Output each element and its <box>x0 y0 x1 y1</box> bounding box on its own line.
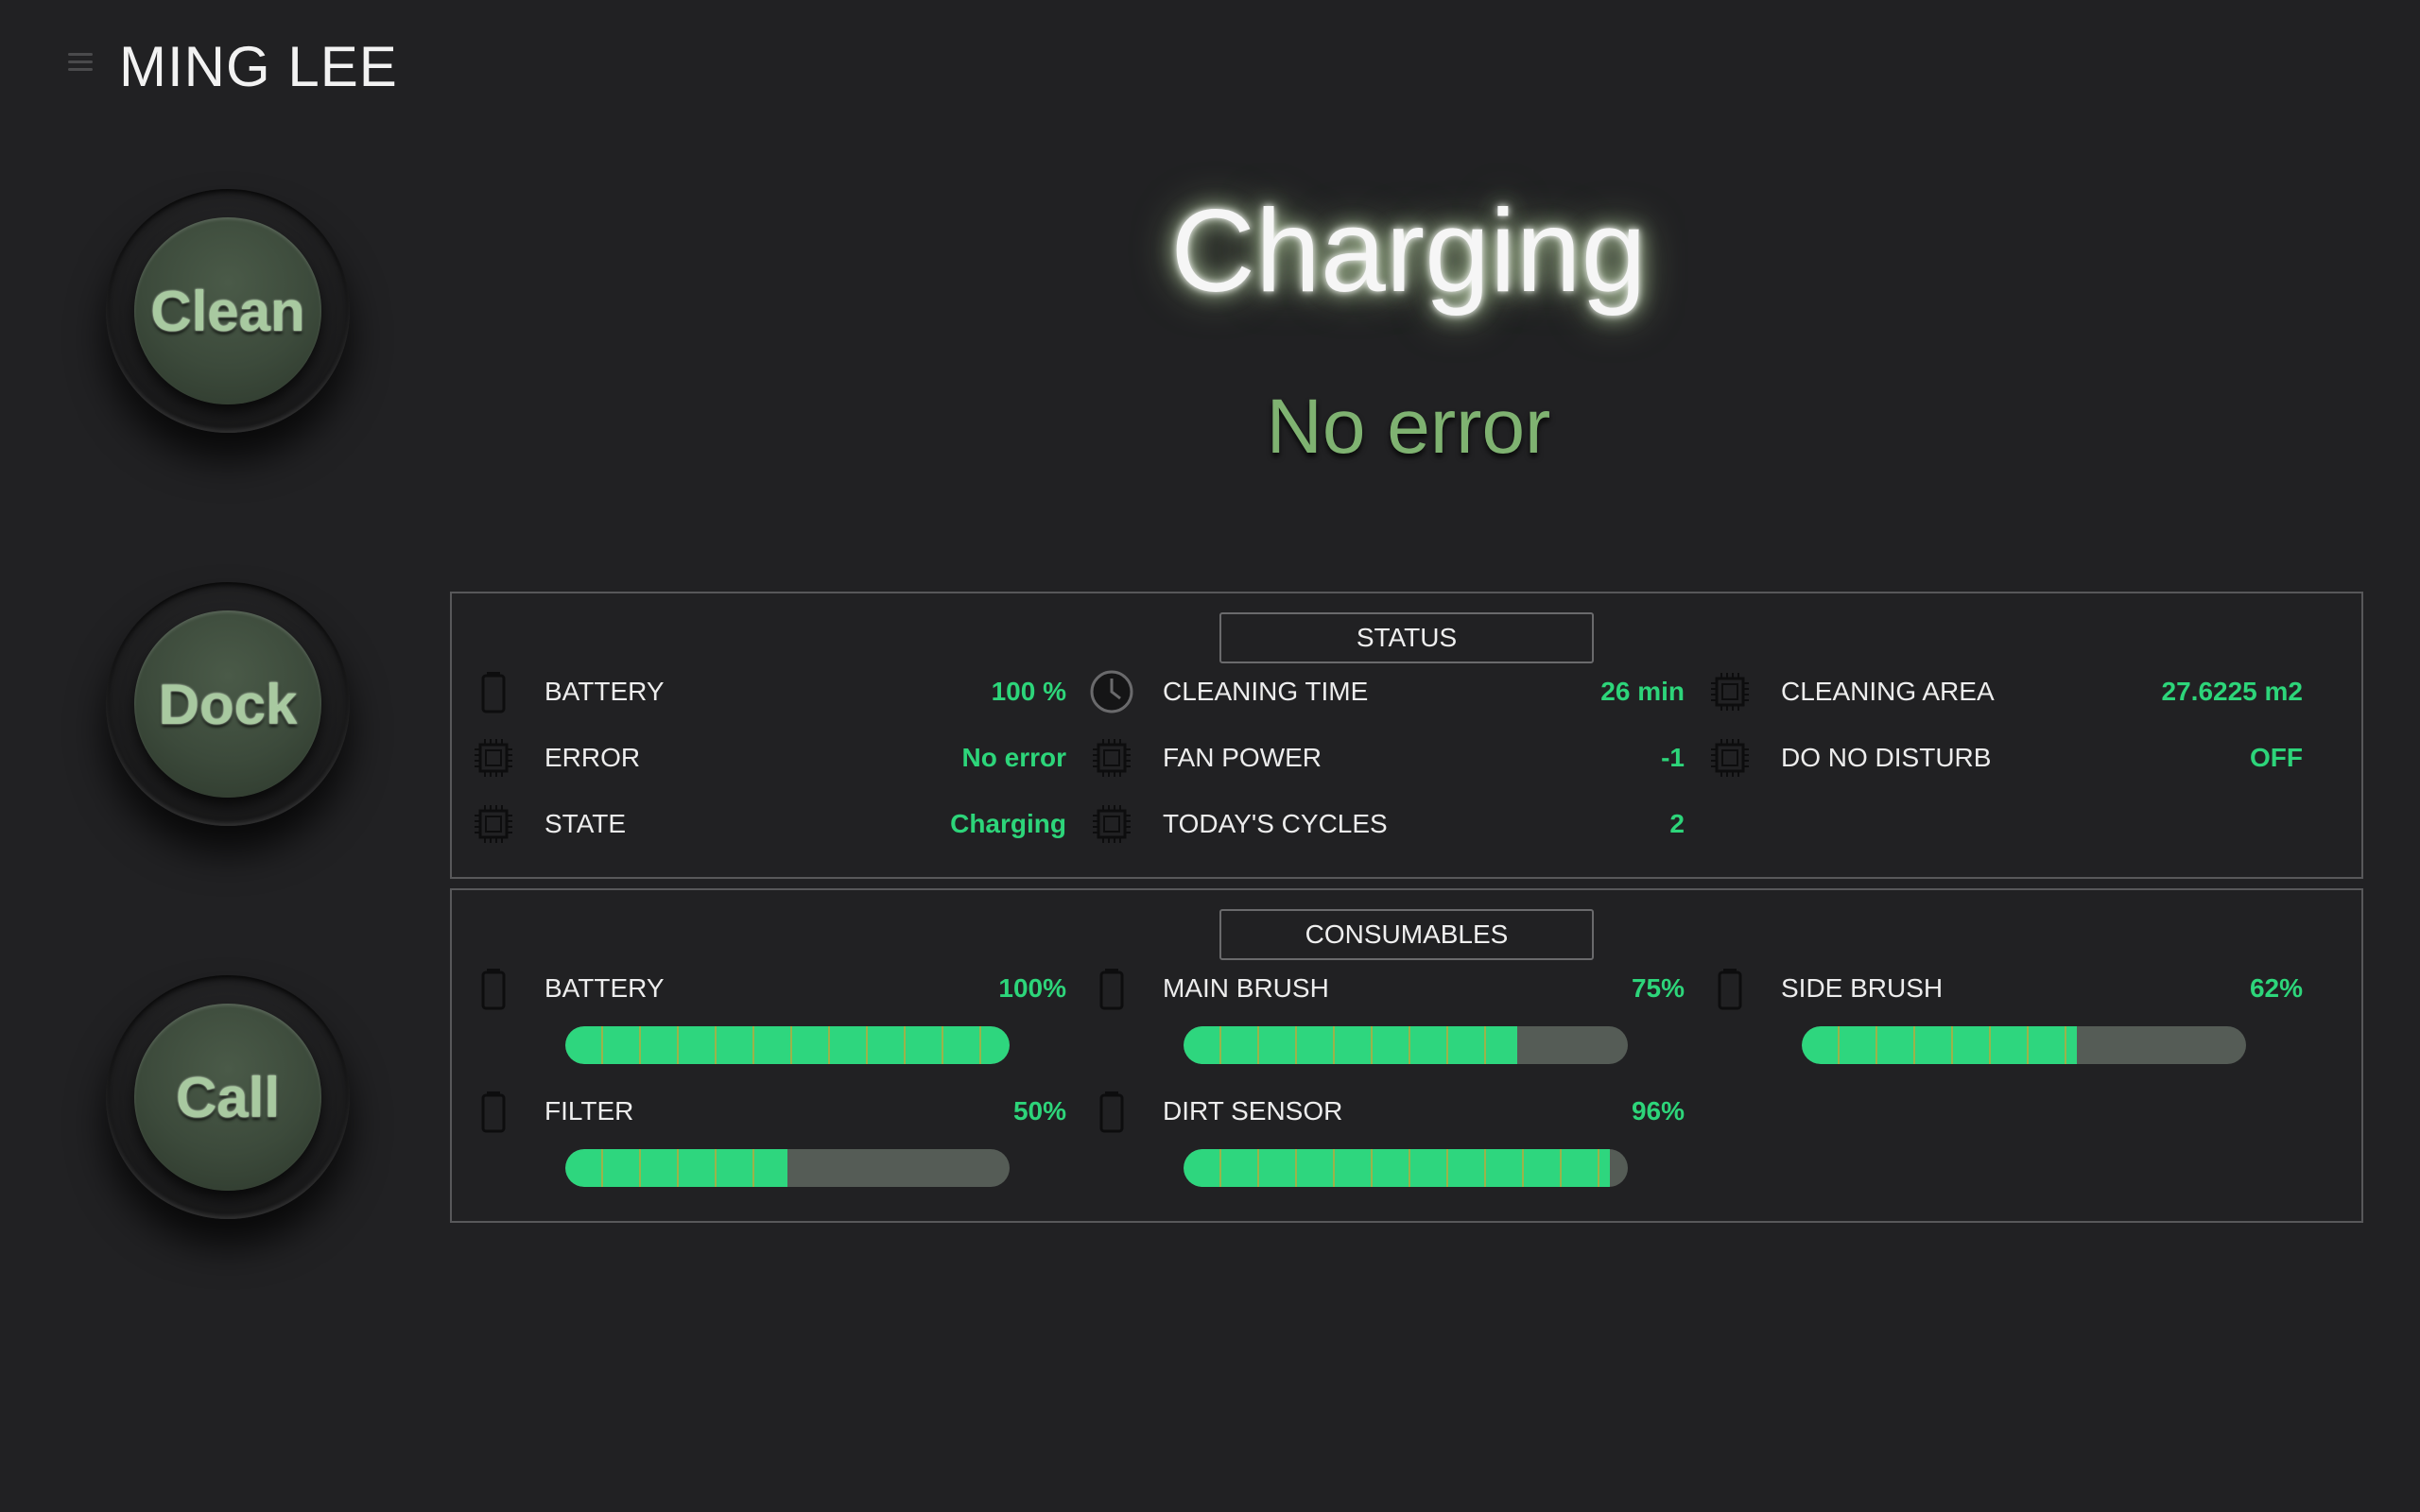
consumables-panel-title: CONSUMABLES <box>1219 909 1594 960</box>
status-row-battery: BATTERY 100 % <box>471 665 1076 718</box>
consumables-panel: CONSUMABLES BATTERY 100% FILTER 50% MAIN… <box>450 888 2363 1223</box>
clock-icon <box>1090 670 1133 713</box>
progress-fill <box>1802 1026 2078 1064</box>
chip-icon <box>1711 673 1749 711</box>
clean-button-label: Clean <box>150 279 305 343</box>
battery-icon <box>481 1091 506 1133</box>
status-value: 100 % <box>991 677 1066 706</box>
status-row-todays-cycles: TODAY'S CYCLES 2 <box>1089 798 1694 850</box>
status-value: 26 min <box>1600 677 1685 706</box>
consumable-label: SIDE BRUSH <box>1781 973 1944 1003</box>
battery-icon <box>1099 1091 1124 1133</box>
status-value: 2 <box>1669 809 1685 838</box>
consumable-progress-bar <box>565 1149 1010 1187</box>
consumable-row-side-brush: SIDE BRUSH 62% <box>1707 962 2312 1015</box>
chip-icon <box>475 805 512 843</box>
status-label: TODAY'S CYCLES <box>1163 809 1388 838</box>
status-label: CLEANING TIME <box>1163 677 1369 706</box>
battery-icon <box>481 672 506 713</box>
hamburger-menu-icon[interactable] <box>68 53 93 74</box>
consumable-value: 75% <box>1631 973 1685 1003</box>
status-label: STATE <box>544 809 627 838</box>
consumable-progress-bar <box>1802 1026 2246 1064</box>
status-label: ERROR <box>544 743 641 772</box>
status-row-cleaning-time: CLEANING TIME 26 min <box>1089 665 1694 718</box>
status-row-state: STATE Charging <box>471 798 1076 850</box>
status-value: OFF <box>2250 743 2303 772</box>
battery-icon <box>1718 969 1742 1010</box>
status-row-do-not-disturb: DO NO DISTURB OFF <box>1707 731 2312 784</box>
consumable-label: BATTERY <box>544 973 665 1003</box>
consumable-label: FILTER <box>544 1096 634 1125</box>
consumable-value: 96% <box>1631 1096 1685 1125</box>
status-value: 27.6225 m2 <box>2161 677 2303 706</box>
chip-icon <box>475 739 512 777</box>
consumable-row-filter: FILTER 50% <box>471 1085 1076 1138</box>
consumable-row-battery: BATTERY 100% <box>471 962 1076 1015</box>
call-button[interactable]: Call <box>106 975 350 1219</box>
status-row-cleaning-area: CLEANING AREA 27.6225 m2 <box>1707 665 2312 718</box>
progress-fill <box>1184 1026 1517 1064</box>
error-status-text: No error <box>1266 384 1551 470</box>
chip-icon <box>1093 739 1131 777</box>
progress-fill <box>1184 1149 1611 1187</box>
status-label: DO NO DISTURB <box>1781 743 1992 772</box>
progress-fill <box>565 1149 787 1187</box>
consumable-row-dirt-sensor: DIRT SENSOR 96% <box>1089 1085 1694 1138</box>
status-value: Charging <box>950 809 1066 838</box>
consumable-value: 62% <box>2249 973 2303 1003</box>
progress-fill <box>565 1026 1010 1064</box>
battery-icon <box>1099 969 1124 1010</box>
status-value: No error <box>961 743 1066 772</box>
consumable-progress-bar <box>1184 1026 1628 1064</box>
status-label: CLEANING AREA <box>1781 677 1995 706</box>
consumable-row-main-brush: MAIN BRUSH 75% <box>1089 962 1694 1015</box>
consumable-label: MAIN BRUSH <box>1163 973 1329 1003</box>
consumable-value: 50% <box>1012 1096 1066 1125</box>
status-label: FAN POWER <box>1163 743 1322 772</box>
status-label: BATTERY <box>544 677 665 706</box>
status-row-error: ERROR No error <box>471 731 1076 784</box>
status-panel-title: STATUS <box>1219 612 1594 663</box>
chip-icon <box>1093 805 1131 843</box>
status-panel: STATUS BATTERY 100 % ERROR No error STAT… <box>450 592 2363 879</box>
consumable-progress-bar <box>1184 1149 1628 1187</box>
status-value: -1 <box>1661 743 1685 772</box>
app-header: MING LEE <box>0 0 2420 132</box>
chip-icon <box>1711 739 1749 777</box>
dock-button[interactable]: Dock <box>106 582 350 826</box>
status-row-fan-power: FAN POWER -1 <box>1089 731 1694 784</box>
consumable-label: DIRT SENSOR <box>1163 1096 1343 1125</box>
dock-button-label: Dock <box>158 672 298 736</box>
app-title: MING LEE <box>119 35 398 98</box>
battery-icon <box>481 969 506 1010</box>
consumable-value: 100% <box>998 973 1066 1003</box>
consumable-progress-bar <box>565 1026 1010 1064</box>
clean-button[interactable]: Clean <box>106 189 350 433</box>
vacuum-state-title: Charging <box>1170 186 1647 317</box>
call-button-label: Call <box>175 1065 281 1129</box>
